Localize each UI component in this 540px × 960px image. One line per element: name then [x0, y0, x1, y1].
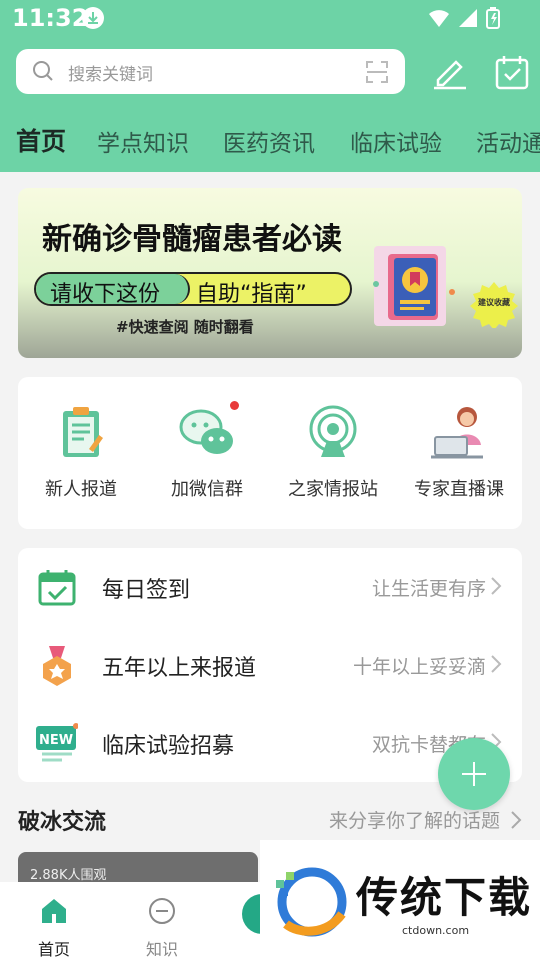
quick-action-newcomer[interactable]: 新人报道 — [18, 401, 144, 501]
list-item-title: 五年以上来报道 — [102, 656, 257, 681]
svg-text:NEW: NEW — [39, 733, 73, 748]
battery-icon — [486, 7, 500, 29]
quick-action-label: 之家情报站 — [288, 479, 378, 500]
quick-action-expert-live[interactable]: 专家直播课 — [396, 401, 522, 501]
edit-icon[interactable] — [430, 52, 470, 92]
tab-clinical-trials[interactable]: 临床试验 — [350, 124, 442, 158]
home-icon — [42, 899, 66, 923]
quick-actions-card: 新人报道 加微信群 之家情报站 专家直播课 — [18, 377, 522, 529]
download-icon — [82, 7, 104, 29]
quick-action-label: 新人报道 — [45, 479, 117, 500]
banner-subtitle: #快速查阅 随时翻看 — [116, 318, 254, 336]
calendar-check-icon — [38, 570, 76, 606]
wechat-icon — [175, 401, 239, 465]
banner-pill: 请收下这份 自助“指南” — [34, 272, 352, 307]
chevron-right-icon — [491, 655, 502, 673]
expert-laptop-icon — [427, 401, 491, 465]
quick-action-info-station[interactable]: 之家情报站 — [270, 401, 396, 501]
medal-icon — [43, 646, 71, 686]
add-post-button[interactable] — [438, 738, 510, 810]
promo-banner[interactable]: 新确诊骨髓瘤患者必读 请收下这份 自助“指南” #快速查阅 随时翻看 建议收藏 — [18, 188, 522, 358]
tab-knowledge[interactable]: 学点知识 — [97, 124, 189, 158]
seal-text: 建议收藏 — [478, 298, 510, 307]
search-placeholder: 搜索关键词 — [68, 65, 153, 85]
section-more-link[interactable]: 来分享你了解的话题 — [329, 806, 500, 833]
search-icon — [33, 61, 53, 81]
signal-icon — [459, 9, 477, 27]
watermark-url: ctdown.com — [402, 924, 470, 937]
calendar-check-icon[interactable] — [492, 52, 532, 92]
notification-dot — [230, 401, 239, 410]
broadcast-icon — [301, 401, 365, 465]
tab-home[interactable]: 首页 — [16, 122, 66, 158]
new-badge-icon: NEW — [36, 723, 78, 762]
save-seal: 建议收藏 — [470, 280, 518, 330]
feature-list: 每日签到 让生活更有序 五年以上来报道 十年以上妥妥滴 NEW 临床试验招募 双… — [18, 548, 522, 782]
scan-icon[interactable] — [365, 60, 389, 84]
watermark: 传统下载 ctdown.com — [260, 840, 540, 960]
list-item-title: 每日签到 — [102, 578, 191, 603]
search-bar[interactable]: 搜索关键词 — [16, 49, 405, 94]
banner-pill-right: 自助“指南” — [196, 282, 307, 307]
list-item-five-years[interactable]: 五年以上来报道 十年以上妥妥滴 — [18, 626, 522, 704]
list-item-title: 临床试验招募 — [102, 734, 235, 759]
section-title: 破冰交流 — [18, 810, 107, 835]
tab-activities[interactable]: 活动通 — [476, 124, 540, 158]
watermark-logo — [276, 867, 347, 937]
banner-pill-left: 请收下这份 — [50, 282, 161, 307]
nav-home[interactable]: 首页 — [14, 896, 94, 960]
knowledge-icon — [149, 898, 175, 924]
nav-label: 首页 — [37, 940, 70, 959]
category-tabs: 首页 学点知识 医药资讯 临床试验 活动通 — [0, 118, 540, 162]
banner-title: 新确诊骨髓瘤患者必读 — [42, 222, 342, 257]
status-icons — [428, 7, 500, 29]
list-item-hint: 让生活更有序 — [371, 578, 486, 600]
clipboard-icon — [49, 401, 113, 465]
nav-knowledge[interactable]: 知识 — [122, 896, 202, 960]
chevron-right-icon — [511, 811, 522, 829]
quick-action-label: 加微信群 — [171, 479, 243, 500]
chevron-right-icon — [491, 577, 502, 595]
header: 11:32 搜索关键词 首页 学点知识 医药资讯 临床试验 活动通 — [0, 0, 540, 172]
watermark-brand: 传统下载 — [356, 873, 533, 922]
quick-action-wechat-group[interactable]: 加微信群 — [144, 401, 270, 501]
status-time: 11:32 — [12, 4, 89, 32]
carousel-dots — [260, 348, 282, 358]
list-item-hint: 十年以上妥妥滴 — [352, 656, 486, 678]
wifi-icon — [429, 10, 449, 27]
tab-pharma-news[interactable]: 医药资讯 — [223, 124, 315, 158]
quick-action-label: 专家直播课 — [414, 479, 504, 500]
nav-label: 知识 — [145, 940, 178, 959]
topic-views: 2.88K人围观 — [30, 868, 107, 883]
list-item-checkin[interactable]: 每日签到 让生活更有序 — [18, 548, 522, 626]
guide-book-icon — [373, 246, 455, 326]
status-bar: 11:32 — [0, 0, 540, 38]
